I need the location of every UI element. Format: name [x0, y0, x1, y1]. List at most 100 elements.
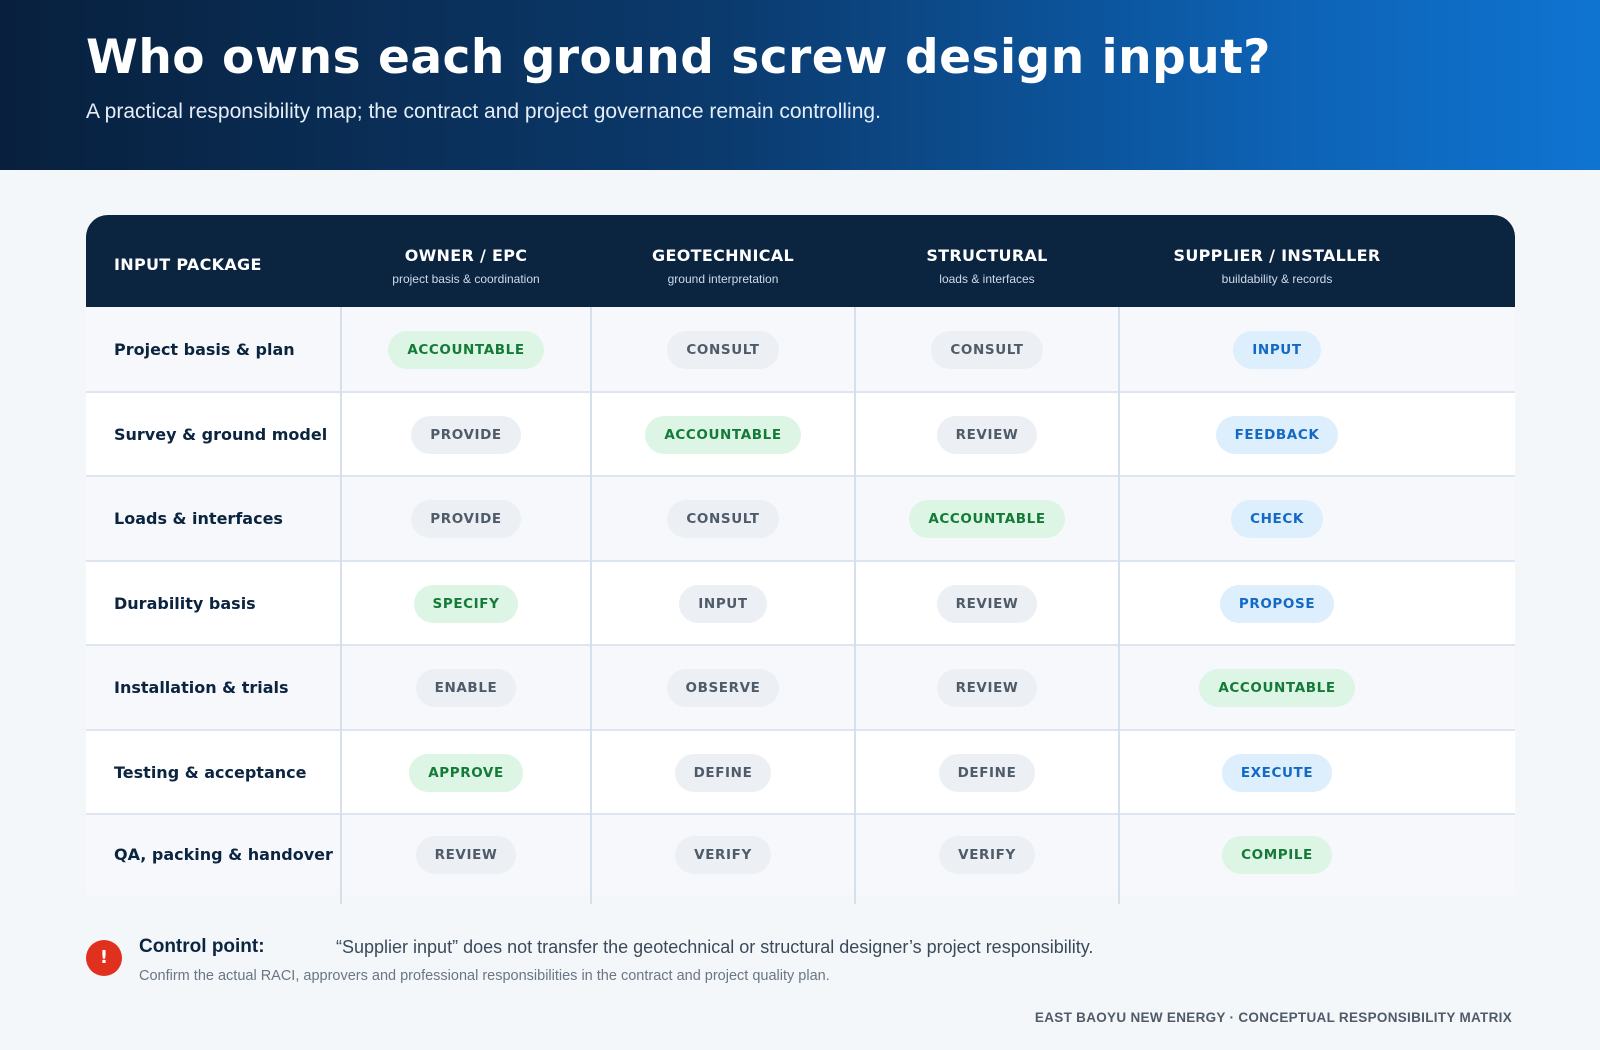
header-title: STRUCTURAL [926, 246, 1048, 265]
column-divider [854, 307, 856, 904]
role-badge: CONSULT [667, 500, 779, 538]
row-label: Project basis & plan [114, 340, 295, 359]
matrix-cell: REVIEW [341, 814, 591, 895]
page-subtitle: A practical responsibility map; the cont… [86, 100, 881, 123]
role-badge: COMPILE [1222, 835, 1332, 874]
role-badge: APPROVE [409, 753, 523, 792]
matrix-cell: VERIFY [855, 814, 1119, 895]
role-badge: VERIFY [939, 835, 1035, 874]
header-subtitle: buildability & records [1221, 272, 1333, 286]
header-subtitle: ground interpretation [667, 272, 779, 286]
header-title: OWNER / EPC [404, 246, 528, 265]
control-point-detail: Confirm the actual RACI, approvers and p… [139, 968, 830, 984]
role-badge: CHECK [1231, 500, 1323, 538]
row-label: QA, packing & handover [114, 845, 333, 864]
matrix-cell: SPECIFY [341, 561, 591, 647]
role-badge: CONSULT [667, 331, 779, 369]
column-divider [590, 307, 592, 904]
row-divider [86, 644, 1515, 646]
role-badge: OBSERVE [666, 669, 780, 707]
matrix-header: INPUT PACKAGE OWNER / EPC project basis … [86, 215, 1515, 307]
column-divider [1118, 307, 1120, 904]
role-badge: ACCOUNTABLE [645, 415, 801, 454]
matrix-cell: COMPILE [1119, 814, 1435, 895]
matrix-cell: PROVIDE [341, 476, 591, 562]
role-badge: FEEDBACK [1215, 415, 1339, 454]
matrix-cell: PROPOSE [1119, 561, 1435, 647]
role-badge: INPUT [679, 584, 767, 623]
role-badge: PROVIDE [411, 500, 521, 538]
header-owner-epc: OWNER / EPC project basis & coordination [341, 215, 591, 307]
matrix-cell: CONSULT [591, 307, 855, 393]
role-badge: EXECUTE [1221, 753, 1333, 792]
table-row: Testing & acceptance APPROVE DEFINE DEFINE E… [86, 729, 1515, 816]
header-title: SUPPLIER / INSTALLER [1173, 246, 1381, 265]
role-badge: ACCOUNTABLE [1199, 669, 1355, 707]
matrix-cell: INPUT [1119, 307, 1435, 393]
matrix-cell: REVIEW [855, 392, 1119, 478]
matrix-cell: OBSERVE [591, 645, 855, 731]
row-label: Testing & acceptance [114, 762, 307, 782]
control-point-statement: “Supplier input” does not transfer the g… [336, 937, 1094, 957]
table-row: QA, packing & handover REVIEW VERIFY VERIFY… [86, 814, 1515, 895]
role-badge: PROVIDE [411, 415, 521, 454]
matrix-cell: REVIEW [855, 645, 1119, 731]
role-badge: DEFINE [938, 753, 1036, 792]
page-title: Who owns each ground screw design input? [86, 30, 1271, 85]
matrix-cell: INPUT [591, 561, 855, 647]
matrix-cell: CONSULT [591, 476, 855, 562]
role-badge: ENABLE [415, 669, 517, 707]
role-badge: REVIEW [415, 835, 517, 874]
header-structural: STRUCTURAL loads & interfaces [855, 215, 1119, 307]
table-row: Durability basis SPECIFY INPUT REVIEW PROPOS… [86, 560, 1515, 647]
role-badge: REVIEW [936, 584, 1038, 623]
row-label: Durability basis [114, 593, 256, 613]
matrix-cell: ACCOUNTABLE [855, 476, 1119, 562]
role-badge: CONSULT [931, 331, 1043, 369]
header-banner: Who owns each ground screw design input?… [0, 0, 1600, 170]
table-row: Project basis & plan ACCOUNTABLE CONSULT CO… [86, 307, 1515, 393]
control-point-title: Control point: [139, 936, 265, 957]
matrix-cell: ACCOUNTABLE [591, 392, 855, 478]
row-label: Survey & ground model [114, 424, 328, 444]
role-badge: VERIFY [675, 835, 771, 874]
role-badge: REVIEW [936, 415, 1038, 454]
footer-credit: EAST BAOYU NEW ENERGY · CONCEPTUAL RESPO… [1034, 1010, 1512, 1025]
matrix-cell: FEEDBACK [1119, 392, 1435, 478]
role-badge: PROPOSE [1219, 584, 1335, 623]
row-divider [86, 559, 1515, 562]
header-title: GEOTECHNICAL [652, 246, 794, 265]
row-divider [86, 390, 1515, 393]
matrix-cell: DEFINE [591, 730, 855, 816]
row-label: Loads & interfaces [114, 509, 283, 528]
row-label: Installation & trials [114, 678, 289, 697]
header-geotechnical: GEOTECHNICAL ground interpretation [591, 215, 855, 307]
role-badge: DEFINE [674, 753, 772, 792]
table-row: Survey & ground model PROVIDE ACCOUNTABLE R… [86, 391, 1515, 478]
matrix-cell: CHECK [1119, 476, 1435, 562]
matrix-cell: ACCOUNTABLE [341, 307, 591, 393]
header-input-package: INPUT PACKAGE [114, 255, 262, 274]
row-divider [86, 475, 1515, 477]
role-badge: ACCOUNTABLE [909, 500, 1065, 538]
matrix-cell: DEFINE [855, 730, 1119, 816]
matrix-cell: EXECUTE [1119, 730, 1435, 816]
matrix-cell: REVIEW [855, 561, 1119, 647]
column-divider [340, 307, 342, 904]
role-badge: INPUT [1233, 331, 1321, 369]
responsibility-matrix: INPUT PACKAGE OWNER / EPC project basis … [86, 215, 1515, 904]
table-row: Installation & trials ENABLE OBSERVE REVIEW… [86, 645, 1515, 731]
row-divider [86, 813, 1515, 815]
header-supplier-installer: SUPPLIER / INSTALLER buildability & reco… [1119, 215, 1435, 307]
matrix-cell: CONSULT [855, 307, 1119, 393]
row-divider [86, 728, 1515, 731]
role-badge: SPECIFY [413, 584, 519, 623]
table-row: Loads & interfaces PROVIDE CONSULT ACCOUNTA… [86, 476, 1515, 562]
role-badge: ACCOUNTABLE [388, 331, 544, 369]
header-subtitle: project basis & coordination [392, 272, 540, 286]
matrix-cell: PROVIDE [341, 392, 591, 478]
matrix-cell: VERIFY [591, 814, 855, 895]
exclamation-icon: ! [86, 940, 122, 976]
matrix-cell: ENABLE [341, 645, 591, 731]
role-badge: REVIEW [936, 669, 1038, 707]
